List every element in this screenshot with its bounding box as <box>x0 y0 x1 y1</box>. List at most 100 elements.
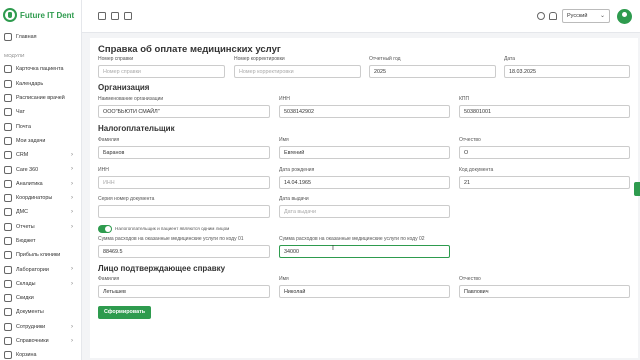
cert-number-label: Номер справки <box>98 56 134 62</box>
side-panel-handle[interactable] <box>634 182 640 196</box>
sum02-input[interactable]: 34000 <box>279 245 450 258</box>
inn-input[interactable]: ИНН <box>98 176 270 189</box>
logo[interactable]: Future IT Dent <box>0 0 81 30</box>
sidebar-item-19[interactable]: Справочники › <box>0 334 81 348</box>
sidebar-item-11[interactable]: Отчеты › <box>0 220 81 234</box>
sidebar-item-icon <box>4 322 12 331</box>
sidebar-item-label: Чат <box>16 109 25 116</box>
doc-series-input[interactable] <box>98 205 270 218</box>
sidebar-item-label: Бюджет <box>16 238 36 244</box>
taxpayer-section-title: Налогоплательщик <box>98 124 175 133</box>
issue-date-label: Дата выдачи <box>279 196 309 202</box>
sidebar-item-label: Склады <box>16 280 36 287</box>
sidebar-item-label: Документы <box>16 309 44 316</box>
submit-button[interactable]: Сформировать <box>98 306 151 319</box>
sidebar-item-icon <box>4 237 12 245</box>
c-first-name-input[interactable]: Николай <box>279 285 450 298</box>
home-icon <box>4 33 12 42</box>
chevron-right-icon: › <box>71 323 73 330</box>
app-title: Future IT Dent <box>20 10 75 20</box>
sidebar-item-label: Care 360 <box>16 166 39 173</box>
first-name-input[interactable]: Евгений <box>279 146 450 159</box>
sidebar-item-5[interactable]: Мои задачи <box>0 134 81 148</box>
sidebar-item-17[interactable]: Документы <box>0 305 81 319</box>
sidebar-item-label: Прибыль клиники <box>16 252 61 259</box>
sidebar-item-1[interactable]: Календарь <box>0 77 81 91</box>
c-last-name-label: Фамилия <box>98 276 120 282</box>
sidebar-item-14[interactable]: Лаборатории › <box>0 262 81 276</box>
sidebar-item-9[interactable]: Координаторы › <box>0 191 81 205</box>
sidebar-item-2[interactable]: Расписание врачей <box>0 91 81 105</box>
sidebar-item-icon <box>4 65 12 74</box>
sidebar-item-label: Мои задачи <box>16 137 46 144</box>
sidebar-item-icon <box>4 136 12 145</box>
c-patronymic-input[interactable]: Павлович <box>459 285 630 298</box>
birth-date-label: Дата рождения <box>279 167 315 173</box>
calendar-icon[interactable] <box>98 12 106 20</box>
sidebar-item-20[interactable]: Корзина <box>0 348 81 360</box>
birth-date-input[interactable]: 14.04.1965 <box>279 176 450 189</box>
sidebar-item-label: Аналитика <box>16 180 43 187</box>
cert-number-input[interactable]: Номер справки <box>98 65 225 78</box>
language-value: Русский <box>567 13 588 19</box>
org-kpp-input[interactable]: 503801001 <box>459 105 630 118</box>
topbar: Русский ⌄ <box>82 0 640 33</box>
sidebar-item-home[interactable]: Главная <box>0 30 81 44</box>
avatar[interactable] <box>617 9 632 24</box>
sidebar-item-4[interactable]: Почта <box>0 119 81 133</box>
confirm-section-title: Лицо подтверждающее справку <box>98 264 226 273</box>
org-inn-label: ИНН <box>279 96 290 102</box>
sidebar-item-label: Календарь <box>16 80 44 87</box>
language-select[interactable]: Русский ⌄ <box>562 9 610 23</box>
inn-label: ИНН <box>98 167 109 173</box>
sidebar-item-label: Главная <box>16 34 37 41</box>
sidebar-item-icon <box>4 194 12 203</box>
sidebar-item-label: Корзина <box>16 352 37 359</box>
report-year-select[interactable]: 2025 <box>369 65 496 78</box>
sidebar-item-12[interactable]: Бюджет <box>0 234 81 248</box>
sidebar-item-8[interactable]: Аналитика › <box>0 177 81 191</box>
sidebar-item-icon <box>4 351 12 360</box>
sum01-input[interactable]: 88469.5 <box>98 245 270 258</box>
doc-code-input[interactable]: 21 <box>459 176 630 189</box>
sidebar-item-18[interactable]: Сотрудники › <box>0 320 81 334</box>
patronymic-label: Отчество <box>459 137 481 143</box>
sidebar-item-icon <box>4 265 12 274</box>
chevron-right-icon: › <box>71 266 73 273</box>
org-name-label: Наименование организации <box>98 96 164 102</box>
last-name-input[interactable]: Баранов <box>98 146 270 159</box>
chevron-right-icon: › <box>71 280 73 287</box>
sum01-label: Сумма расходов на оказанные медицинские … <box>98 236 244 242</box>
sidebar-item-label: Скидки <box>16 295 34 302</box>
org-inn-input[interactable]: 5038142902 <box>279 105 450 118</box>
same-person-label: Налогоплательщик и пациент являются одни… <box>115 226 230 231</box>
sidebar-item-15[interactable]: Склады › <box>0 277 81 291</box>
sidebar-item-7[interactable]: Care 360 › <box>0 162 81 176</box>
correction-number-input[interactable]: Номер корректировки <box>234 65 361 78</box>
chevron-right-icon: › <box>71 223 73 230</box>
sidebar-section-label: МОДУЛИ <box>4 53 25 59</box>
first-name-label: Имя <box>279 137 289 143</box>
c-last-name-input[interactable]: Летышев <box>98 285 270 298</box>
sidebar-item-0[interactable]: Карточка пациента <box>0 62 81 76</box>
sidebar-item-icon <box>4 337 12 346</box>
date-input[interactable]: 18.03.2025 <box>504 65 630 78</box>
sidebar-item-13[interactable]: Прибыль клиники <box>0 248 81 262</box>
sidebar-item-label: Расписание врачей <box>16 95 65 102</box>
sidebar-item-16[interactable]: Скидки <box>0 291 81 305</box>
patronymic-input[interactable]: О <box>459 146 630 159</box>
org-name-input[interactable]: ООО"БЬЮТИ СМАЙЛ" <box>98 105 270 118</box>
tasks-icon[interactable] <box>124 12 132 20</box>
bell-icon[interactable] <box>549 12 557 20</box>
same-person-toggle[interactable] <box>98 225 112 233</box>
issue-date-input[interactable]: Дата выдачи <box>279 205 450 218</box>
sidebar-item-icon <box>4 151 12 160</box>
sidebar-item-3[interactable]: Чат <box>0 105 81 119</box>
sidebar-item-icon <box>4 208 12 217</box>
sidebar-item-6[interactable]: CRM › <box>0 148 81 162</box>
moon-icon[interactable] <box>537 12 545 20</box>
chat-icon[interactable] <box>111 12 119 20</box>
sidebar-item-10[interactable]: ДМС › <box>0 205 81 219</box>
sidebar-item-label: Сотрудники <box>16 323 46 330</box>
sidebar-item-label: Отчеты <box>16 223 35 230</box>
